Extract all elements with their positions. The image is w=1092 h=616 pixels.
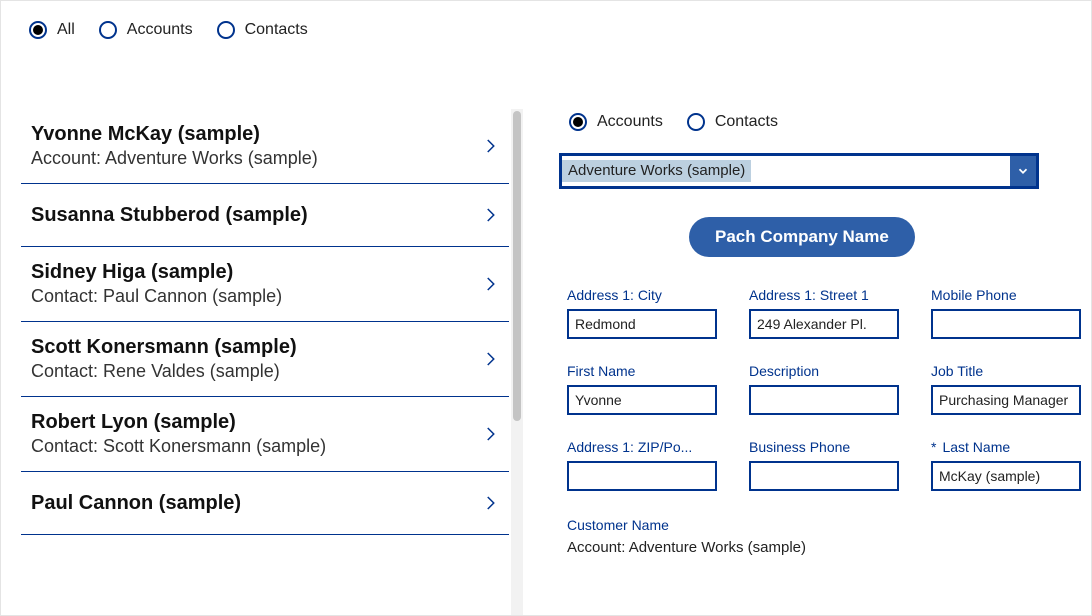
list-item-title: Robert Lyon (sample) [31, 411, 471, 434]
list-item-subtitle: Contact: Paul Cannon (sample) [31, 286, 471, 307]
list-scroll[interactable]: Yvonne McKay (sample)Account: Adventure … [21, 109, 509, 615]
field-item: Job Title [931, 363, 1081, 415]
field-input[interactable] [931, 309, 1081, 339]
radio-icon [217, 21, 235, 39]
field-label: Address 1: Street 1 [749, 287, 899, 303]
field-label-text: Last Name [942, 439, 1010, 455]
field-input[interactable] [749, 309, 899, 339]
pach-company-name-button[interactable]: Pach Company Name [689, 217, 915, 257]
required-star-icon: * [931, 439, 936, 455]
field-item: Address 1: ZIP/Po... [567, 439, 717, 491]
scrollbar-thumb[interactable] [513, 111, 521, 421]
radio-icon [29, 21, 47, 39]
detail-filter-label: Contacts [715, 113, 778, 131]
field-label-text: Description [749, 363, 819, 379]
field-label-text: First Name [567, 363, 635, 379]
detail-pane: Accounts Contacts Adventure Works (sample… [559, 109, 1081, 615]
radio-icon [687, 113, 705, 131]
detail-filter-radio[interactable]: Accounts [569, 113, 663, 131]
list-item-title: Yvonne McKay (sample) [31, 123, 471, 146]
field-item: First Name [567, 363, 717, 415]
field-label-text: Business Phone [749, 439, 850, 455]
field-item: Address 1: City [567, 287, 717, 339]
chevron-right-icon [481, 198, 499, 232]
field-label-text: Mobile Phone [931, 287, 1017, 303]
chevron-right-icon [481, 129, 499, 163]
chevron-right-icon [481, 417, 499, 451]
list-item-subtitle: Contact: Rene Valdes (sample) [31, 361, 471, 382]
account-select-text: Adventure Works (sample) [562, 160, 751, 182]
chevron-down-icon[interactable] [1010, 156, 1036, 186]
top-filter-radios: All Accounts Contacts [1, 1, 1091, 39]
field-item: Business Phone [749, 439, 899, 491]
top-filter-label: Accounts [127, 21, 193, 39]
list-pane: Yvonne McKay (sample)Account: Adventure … [21, 109, 509, 615]
field-input[interactable] [931, 461, 1081, 491]
field-label-text: Address 1: City [567, 287, 662, 303]
field-input[interactable] [567, 385, 717, 415]
top-filter-label: Contacts [245, 21, 308, 39]
list-item-texts: Scott Konersmann (sample)Contact: Rene V… [31, 336, 471, 382]
field-item: * Last Name [931, 439, 1081, 491]
list-item[interactable]: Robert Lyon (sample)Contact: Scott Koner… [21, 397, 509, 472]
list-item-title: Sidney Higa (sample) [31, 261, 471, 284]
top-filter-label: All [57, 21, 75, 39]
list-item-texts: Yvonne McKay (sample)Account: Adventure … [31, 123, 471, 169]
field-label: Job Title [931, 363, 1081, 379]
list-item-texts: Paul Cannon (sample) [31, 492, 471, 515]
field-input[interactable] [749, 385, 899, 415]
top-filter-radio[interactable]: All [29, 21, 75, 39]
customer-name-label: Customer Name [567, 517, 1081, 533]
customer-name-value: Account: Adventure Works (sample) [567, 539, 1081, 556]
chevron-right-icon [481, 267, 499, 301]
list-item-texts: Sidney Higa (sample)Contact: Paul Cannon… [31, 261, 471, 307]
field-label: First Name [567, 363, 717, 379]
chevron-right-icon [481, 342, 499, 376]
field-label-text: Address 1: ZIP/Po... [567, 439, 692, 455]
field-label: * Last Name [931, 439, 1081, 455]
chevron-right-icon [481, 486, 499, 520]
field-label: Address 1: City [567, 287, 717, 303]
list-item-title: Susanna Stubberod (sample) [31, 204, 471, 227]
list-item-subtitle: Contact: Scott Konersmann (sample) [31, 436, 471, 457]
list-item-texts: Robert Lyon (sample)Contact: Scott Koner… [31, 411, 471, 457]
field-input[interactable] [931, 385, 1081, 415]
field-label-text: Address 1: Street 1 [749, 287, 869, 303]
radio-icon [99, 21, 117, 39]
field-label-text: Job Title [931, 363, 983, 379]
list-item-title: Paul Cannon (sample) [31, 492, 471, 515]
field-item: Mobile Phone [931, 287, 1081, 339]
detail-filter-radios: Accounts Contacts [559, 113, 1081, 131]
detail-filter-label: Accounts [597, 113, 663, 131]
top-filter-radio[interactable]: Accounts [99, 21, 193, 39]
list-item-subtitle: Account: Adventure Works (sample) [31, 148, 471, 169]
list-item[interactable]: Scott Konersmann (sample)Contact: Rene V… [21, 322, 509, 397]
list-item[interactable]: Yvonne McKay (sample)Account: Adventure … [21, 109, 509, 184]
top-filter-radio[interactable]: Contacts [217, 21, 308, 39]
list-item-texts: Susanna Stubberod (sample) [31, 204, 471, 227]
app-root: All Accounts Contacts Yvonne McKay (sample… [0, 0, 1092, 616]
field-input[interactable] [567, 309, 717, 339]
field-grid: Address 1: City Address 1: Street 1 Mobile… [567, 287, 1081, 491]
radio-icon [569, 113, 587, 131]
body: Yvonne McKay (sample)Account: Adventure … [21, 109, 1081, 615]
scrollbar[interactable] [511, 109, 523, 615]
field-label: Business Phone [749, 439, 899, 455]
account-select[interactable]: Adventure Works (sample) [559, 153, 1039, 189]
list-item[interactable]: Sidney Higa (sample)Contact: Paul Cannon… [21, 247, 509, 322]
field-item: Address 1: Street 1 [749, 287, 899, 339]
field-input[interactable] [749, 461, 899, 491]
field-item: Description [749, 363, 899, 415]
customer-name-block: Customer Name Account: Adventure Works (… [567, 517, 1081, 556]
field-label: Mobile Phone [931, 287, 1081, 303]
list-item[interactable]: Susanna Stubberod (sample) [21, 184, 509, 247]
detail-filter-radio[interactable]: Contacts [687, 113, 778, 131]
field-input[interactable] [567, 461, 717, 491]
field-label: Description [749, 363, 899, 379]
list-item-title: Scott Konersmann (sample) [31, 336, 471, 359]
field-label: Address 1: ZIP/Po... [567, 439, 717, 455]
list-item[interactable]: Paul Cannon (sample) [21, 472, 509, 535]
